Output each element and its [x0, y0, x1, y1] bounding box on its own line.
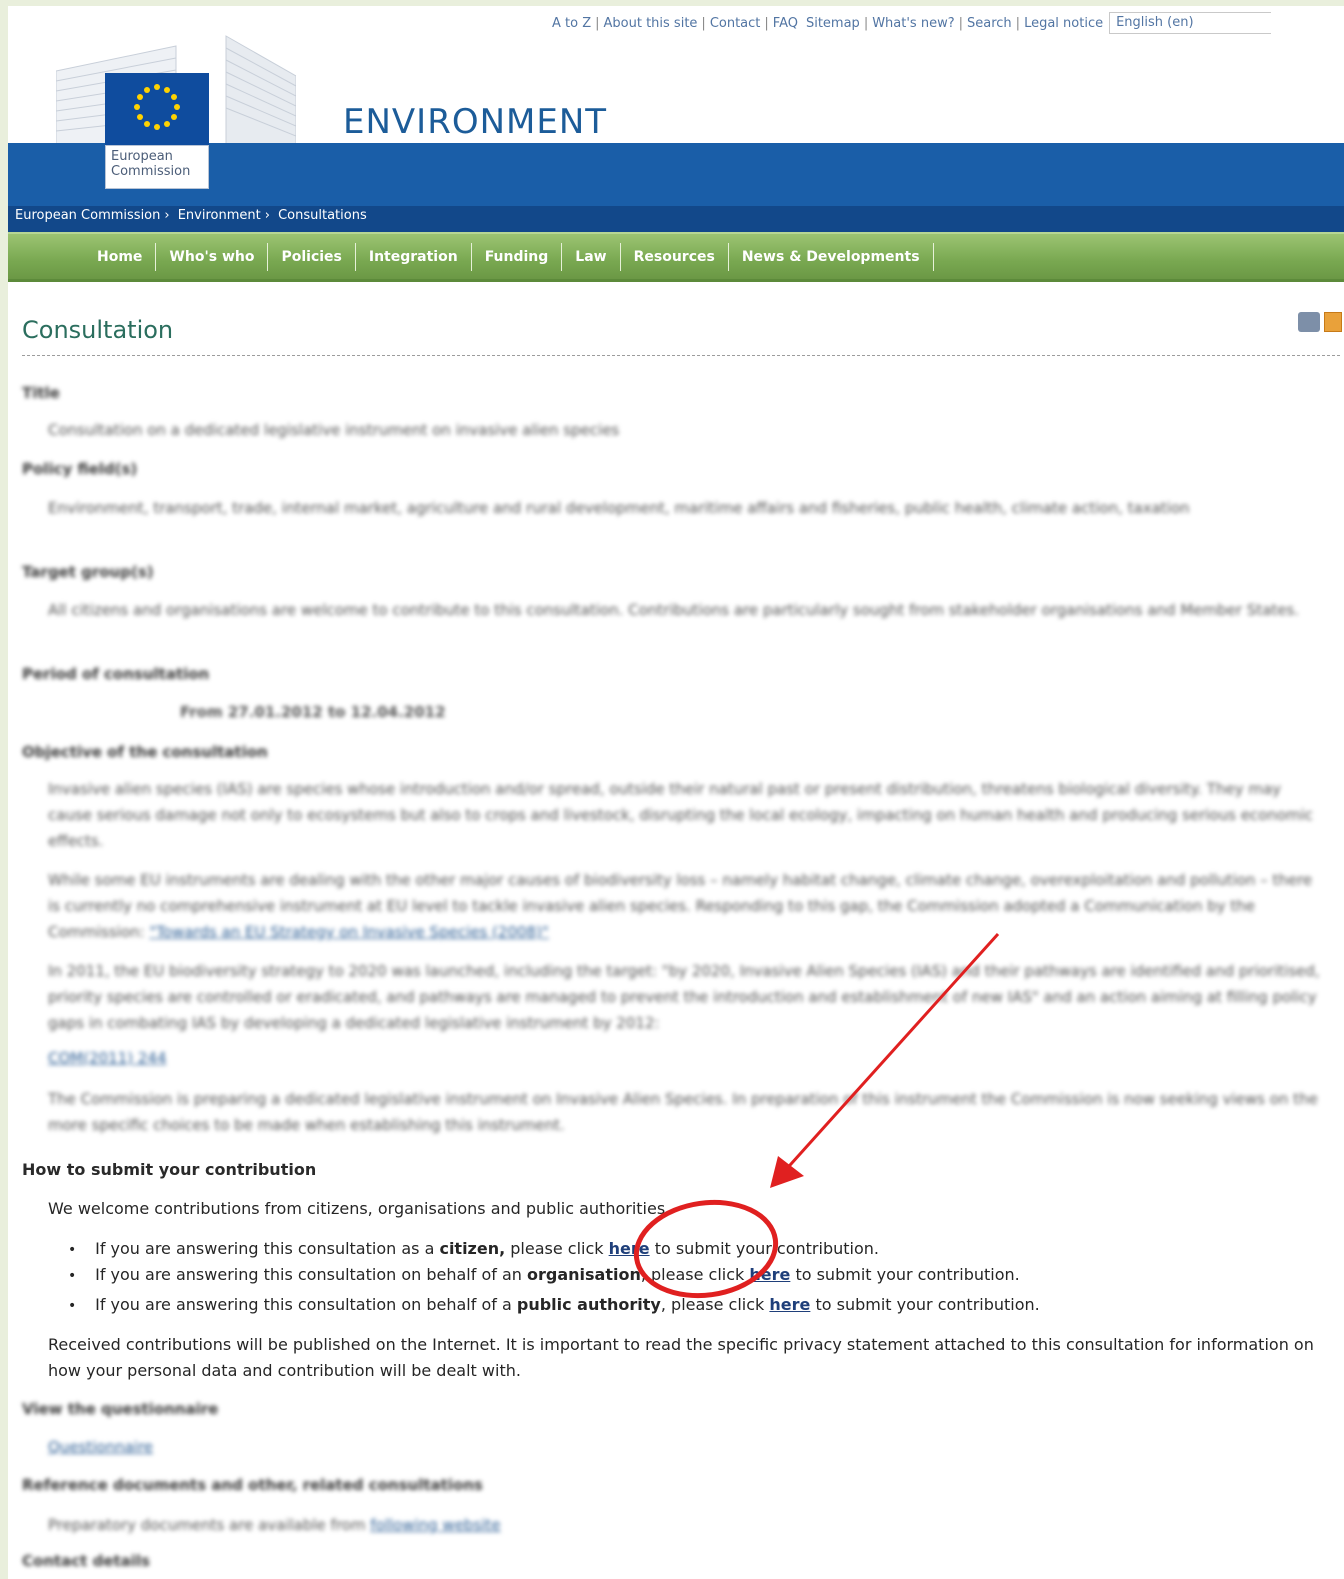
nav-law[interactable]: Law: [562, 243, 621, 271]
section-objective-label: Objective of the consultation: [22, 743, 268, 761]
welcome-text: We welcome contributions from citizens, …: [48, 1199, 671, 1218]
divider: [22, 355, 1340, 356]
objective-paragraph-2: While some EU instruments are dealing wi…: [48, 871, 1313, 941]
toplink-whats-new[interactable]: What's new?: [872, 16, 954, 31]
contact-label: Contact details: [22, 1552, 150, 1570]
section-period-text: From 27.01.2012 to 12.04.2012: [180, 703, 446, 721]
objective-paragraph-4: The Commission is preparing a dedicated …: [48, 1090, 1318, 1134]
toplink-a-to-z[interactable]: A to Z: [552, 16, 591, 31]
site-title: ENVIRONMENT: [343, 102, 608, 142]
eu-stars-icon: [134, 84, 180, 130]
toplink-faq[interactable]: FAQ: [773, 16, 798, 31]
commission-logo-label: European Commission: [105, 145, 209, 189]
com-2011-link[interactable]: COM(2011) 244: [48, 1045, 348, 1071]
print-icon[interactable]: [1298, 312, 1320, 332]
toplink-about[interactable]: About this site: [604, 16, 698, 31]
eu-flag-logo[interactable]: [105, 73, 209, 145]
public-authority-here-link[interactable]: here: [769, 1295, 810, 1314]
questionnaire-link[interactable]: Questionnaire: [48, 1434, 348, 1460]
top-utility-links: A to Z | About this site | Contact | FAQ Si…: [552, 12, 1272, 34]
section-policy-label: Policy field(s): [22, 460, 138, 478]
nav-home[interactable]: Home: [84, 243, 157, 271]
section-title-text: Consultation on a dedicated legislative …: [48, 421, 620, 439]
toplink-sitemap[interactable]: Sitemap: [806, 16, 860, 31]
organisation-here-link[interactable]: here: [749, 1265, 790, 1284]
how-to-submit-heading: How to submit your contribution: [22, 1160, 317, 1179]
nav-resources[interactable]: Resources: [621, 243, 729, 271]
option-citizen: If you are answering this consultation a…: [68, 1236, 1040, 1262]
section-title-label: Title: [22, 384, 60, 402]
reference-website-link[interactable]: following website: [370, 1516, 500, 1534]
annotation-arrowhead: [770, 1156, 804, 1188]
submission-options-list: If you are answering this consultation a…: [68, 1236, 1040, 1318]
section-period-label: Period of consultation: [22, 665, 210, 683]
objective-paragraph-1: Invasive alien species (IAS) are species…: [48, 780, 1314, 850]
nav-news-developments[interactable]: News & Developments: [729, 243, 934, 271]
main-navigation: Home Who's who Policies Integration Fund…: [8, 232, 1344, 282]
objective-paragraph-3: In 2011, the EU biodiversity strategy to…: [48, 962, 1320, 1032]
logo-line-2: Commission: [111, 164, 191, 179]
option-public-authority: If you are answering this consultation o…: [68, 1292, 1040, 1318]
option-organisation: If you are answering this consultation o…: [68, 1262, 1040, 1288]
toplink-legal-notice[interactable]: Legal notice: [1024, 16, 1103, 31]
toplink-search[interactable]: Search: [967, 16, 1012, 31]
page-tools: [1298, 312, 1342, 332]
nav-funding[interactable]: Funding: [472, 243, 563, 271]
page: A to Z | About this site | Contact | FAQ Si…: [8, 6, 1344, 1579]
language-selector[interactable]: English (en): [1109, 12, 1272, 34]
breadcrumb-consultations[interactable]: Consultations: [278, 208, 367, 223]
nav-policies[interactable]: Policies: [268, 243, 356, 271]
breadcrumb: European Commission › Environment › Consul…: [15, 208, 367, 223]
strategy-link[interactable]: "Towards an EU Strategy on Invasive Spec…: [149, 923, 548, 941]
bookmark-icon[interactable]: [1324, 312, 1342, 332]
reference-label: Reference documents and other, related c…: [22, 1476, 483, 1494]
section-policy-text: Environment, transport, trade, internal …: [48, 499, 1190, 517]
privacy-notice-text: Received contributions will be published…: [48, 1335, 1314, 1380]
section-target-text: All citizens and organisations are welco…: [48, 601, 1300, 619]
questionnaire-label: View the questionnaire: [22, 1400, 219, 1418]
page-title: Consultation: [22, 316, 174, 344]
section-target-label: Target group(s): [22, 563, 154, 581]
breadcrumb-environment[interactable]: Environment: [178, 208, 261, 223]
nav-whos-who[interactable]: Who's who: [156, 243, 269, 271]
breadcrumb-european-commission[interactable]: European Commission: [15, 208, 160, 223]
reference-text: Preparatory documents are available from…: [48, 1516, 501, 1534]
nav-integration[interactable]: Integration: [356, 243, 472, 271]
logo-line-1: European: [111, 149, 173, 164]
citizen-here-link[interactable]: here: [609, 1239, 650, 1258]
toplink-contact[interactable]: Contact: [710, 16, 761, 31]
